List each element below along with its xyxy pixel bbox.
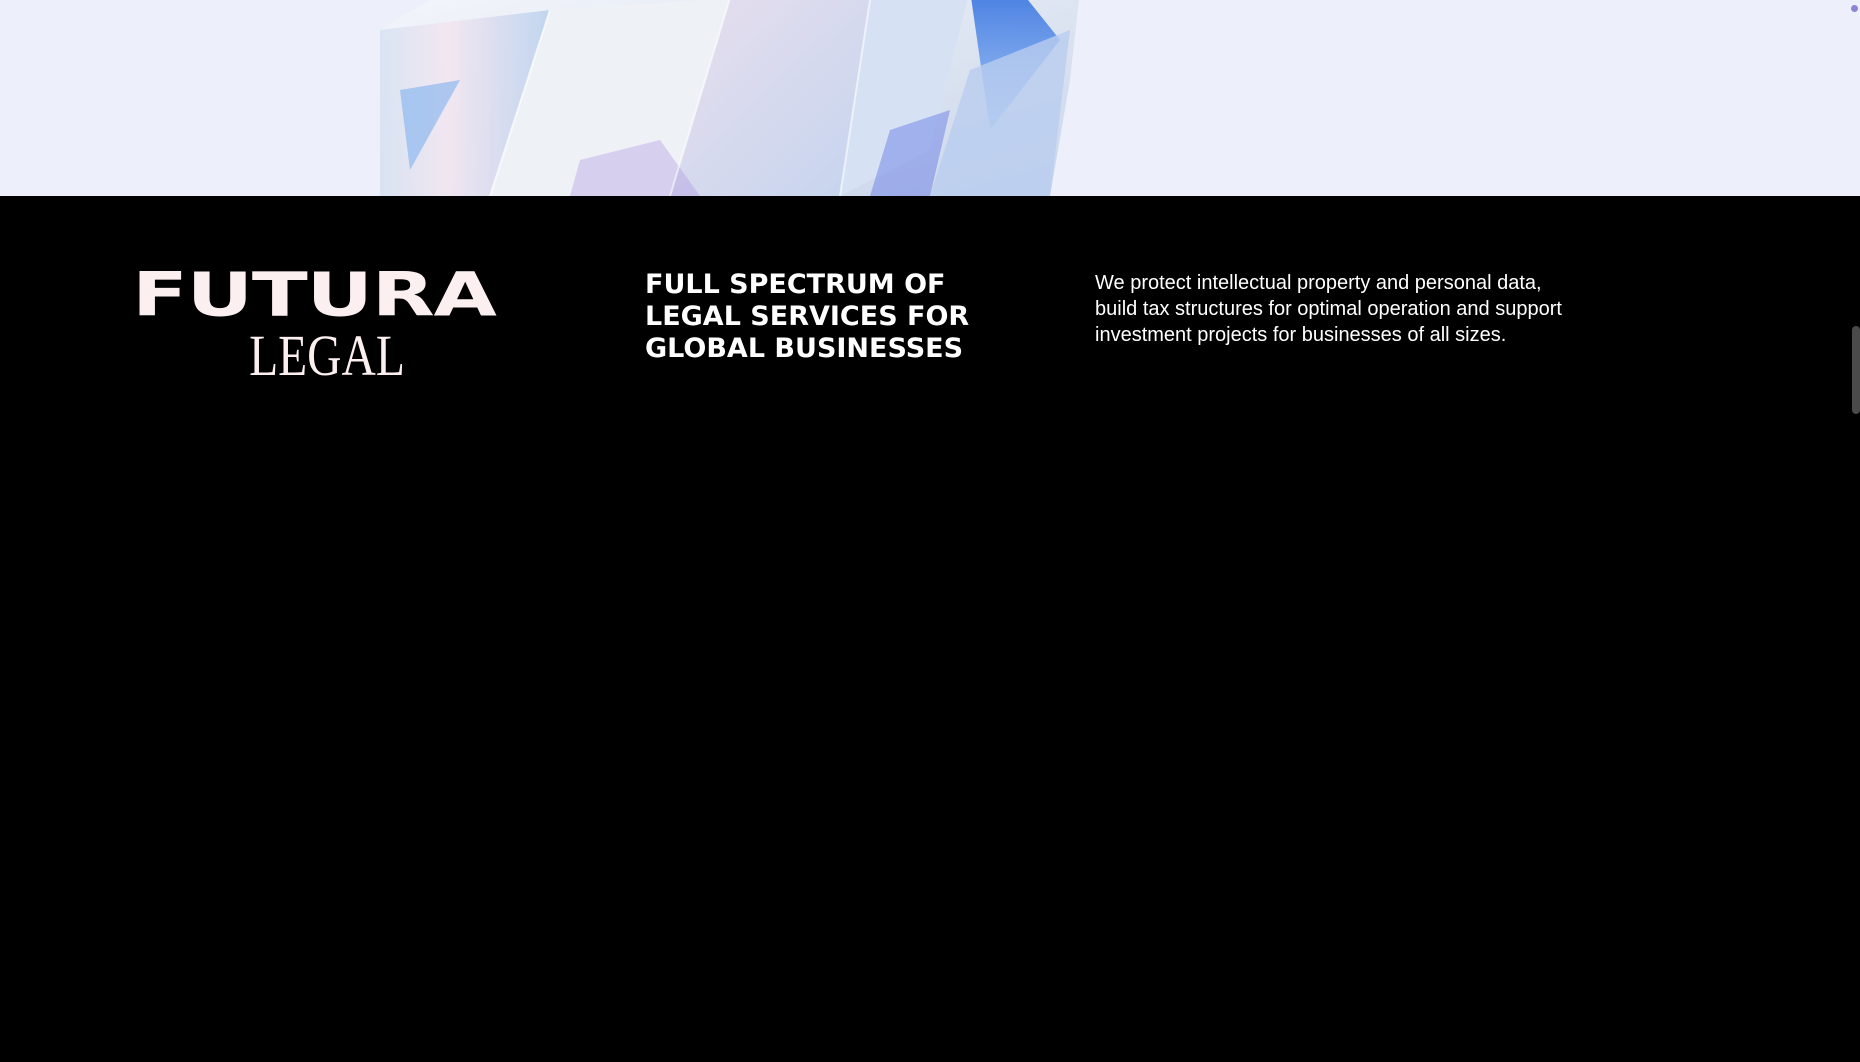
hero-section xyxy=(0,0,1860,196)
page-dot-indicator xyxy=(1851,5,1858,12)
futura-legal-logo[interactable]: FUTURA LEGAL xyxy=(132,265,522,388)
footer-section: FUTURA LEGAL FULL SPECTRUM OF LEGAL SERV… xyxy=(0,196,1860,1062)
logo-wordmark-bottom: LEGAL xyxy=(249,323,405,388)
logo-wordmark-top: FUTURA xyxy=(132,260,497,331)
footer-description: We protect intellectual property and per… xyxy=(1095,272,1562,346)
footer-tagline: FULL SPECTRUM OF LEGAL SERVICES FOR GLOB… xyxy=(645,269,970,364)
scrollbar-thumb[interactable] xyxy=(1852,326,1860,414)
crystal-image xyxy=(380,0,1079,196)
